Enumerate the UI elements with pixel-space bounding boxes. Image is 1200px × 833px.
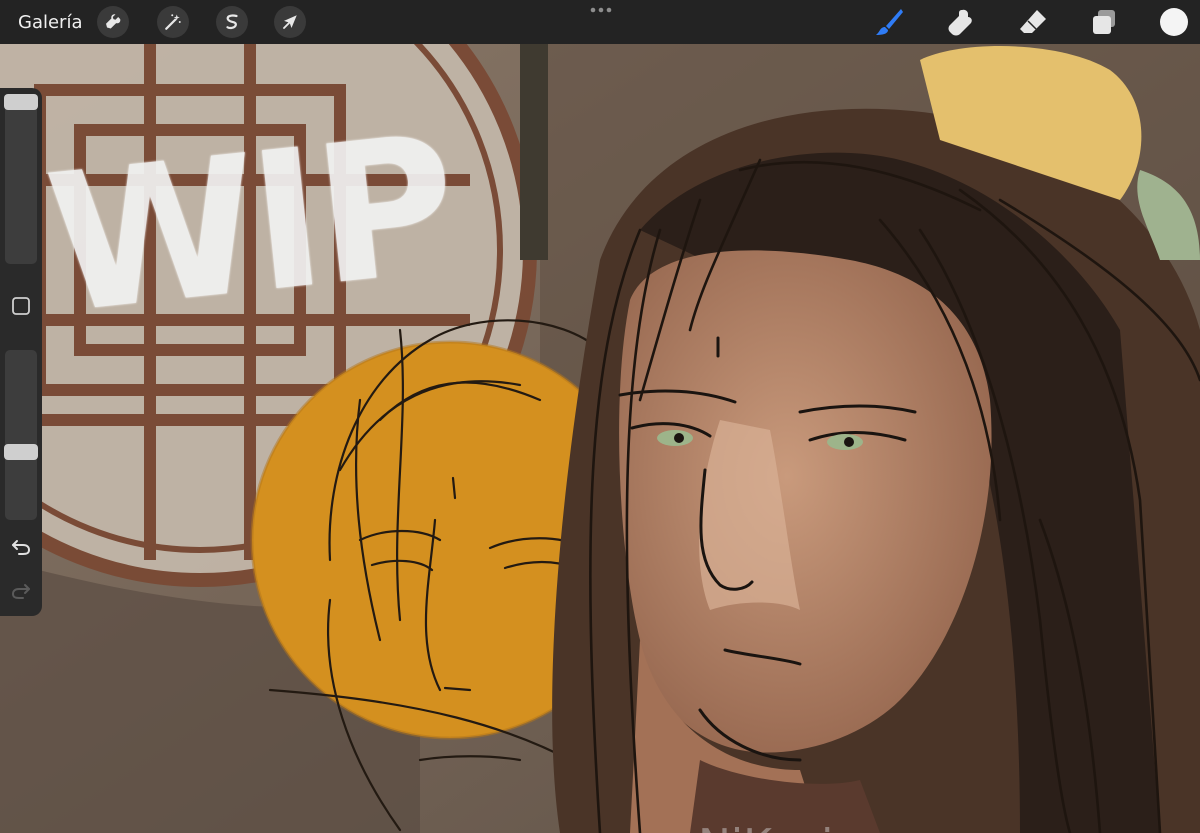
brush-icon <box>876 9 903 35</box>
color-picker-swatch[interactable] <box>1160 8 1188 36</box>
transform-button[interactable] <box>274 6 306 38</box>
transform-arrow-icon <box>283 15 297 29</box>
brush-size-slider[interactable] <box>5 94 37 264</box>
wip-overlay-text: WIP <box>38 94 461 356</box>
artist-signature: NiKasia <box>698 820 860 833</box>
selection-button[interactable] <box>216 6 248 38</box>
undo-icon <box>12 540 31 555</box>
brush-tool-button[interactable] <box>872 5 906 39</box>
magic-wand-icon <box>165 14 181 30</box>
layers-button[interactable] <box>1087 5 1121 39</box>
selection-icon <box>226 14 238 30</box>
undo-button[interactable] <box>9 536 33 558</box>
redo-button[interactable] <box>9 580 33 602</box>
procreate-app: Galería WIP <box>0 0 1200 833</box>
eraser-tool-button[interactable] <box>1016 5 1050 39</box>
left-sidebar <box>0 88 42 616</box>
menu-dots-icon[interactable] <box>588 2 614 18</box>
layers-icon <box>1093 10 1115 34</box>
actions-button[interactable] <box>97 6 129 38</box>
square-icon <box>12 297 30 315</box>
adjustments-button[interactable] <box>157 6 189 38</box>
brush-size-thumb[interactable] <box>4 94 38 110</box>
wrench-icon <box>106 14 121 29</box>
drawing-canvas[interactable]: WIP NiKasia <box>0 44 1200 833</box>
opacity-thumb[interactable] <box>4 444 38 460</box>
gallery-button[interactable]: Galería <box>18 12 83 33</box>
opacity-slider[interactable] <box>5 350 37 520</box>
modify-button[interactable] <box>11 296 31 316</box>
smudge-tool-button[interactable] <box>944 5 978 39</box>
top-toolbar: Galería <box>0 0 1200 44</box>
redo-icon <box>11 584 30 599</box>
smudge-icon <box>948 9 972 36</box>
eraser-icon <box>1020 10 1046 33</box>
